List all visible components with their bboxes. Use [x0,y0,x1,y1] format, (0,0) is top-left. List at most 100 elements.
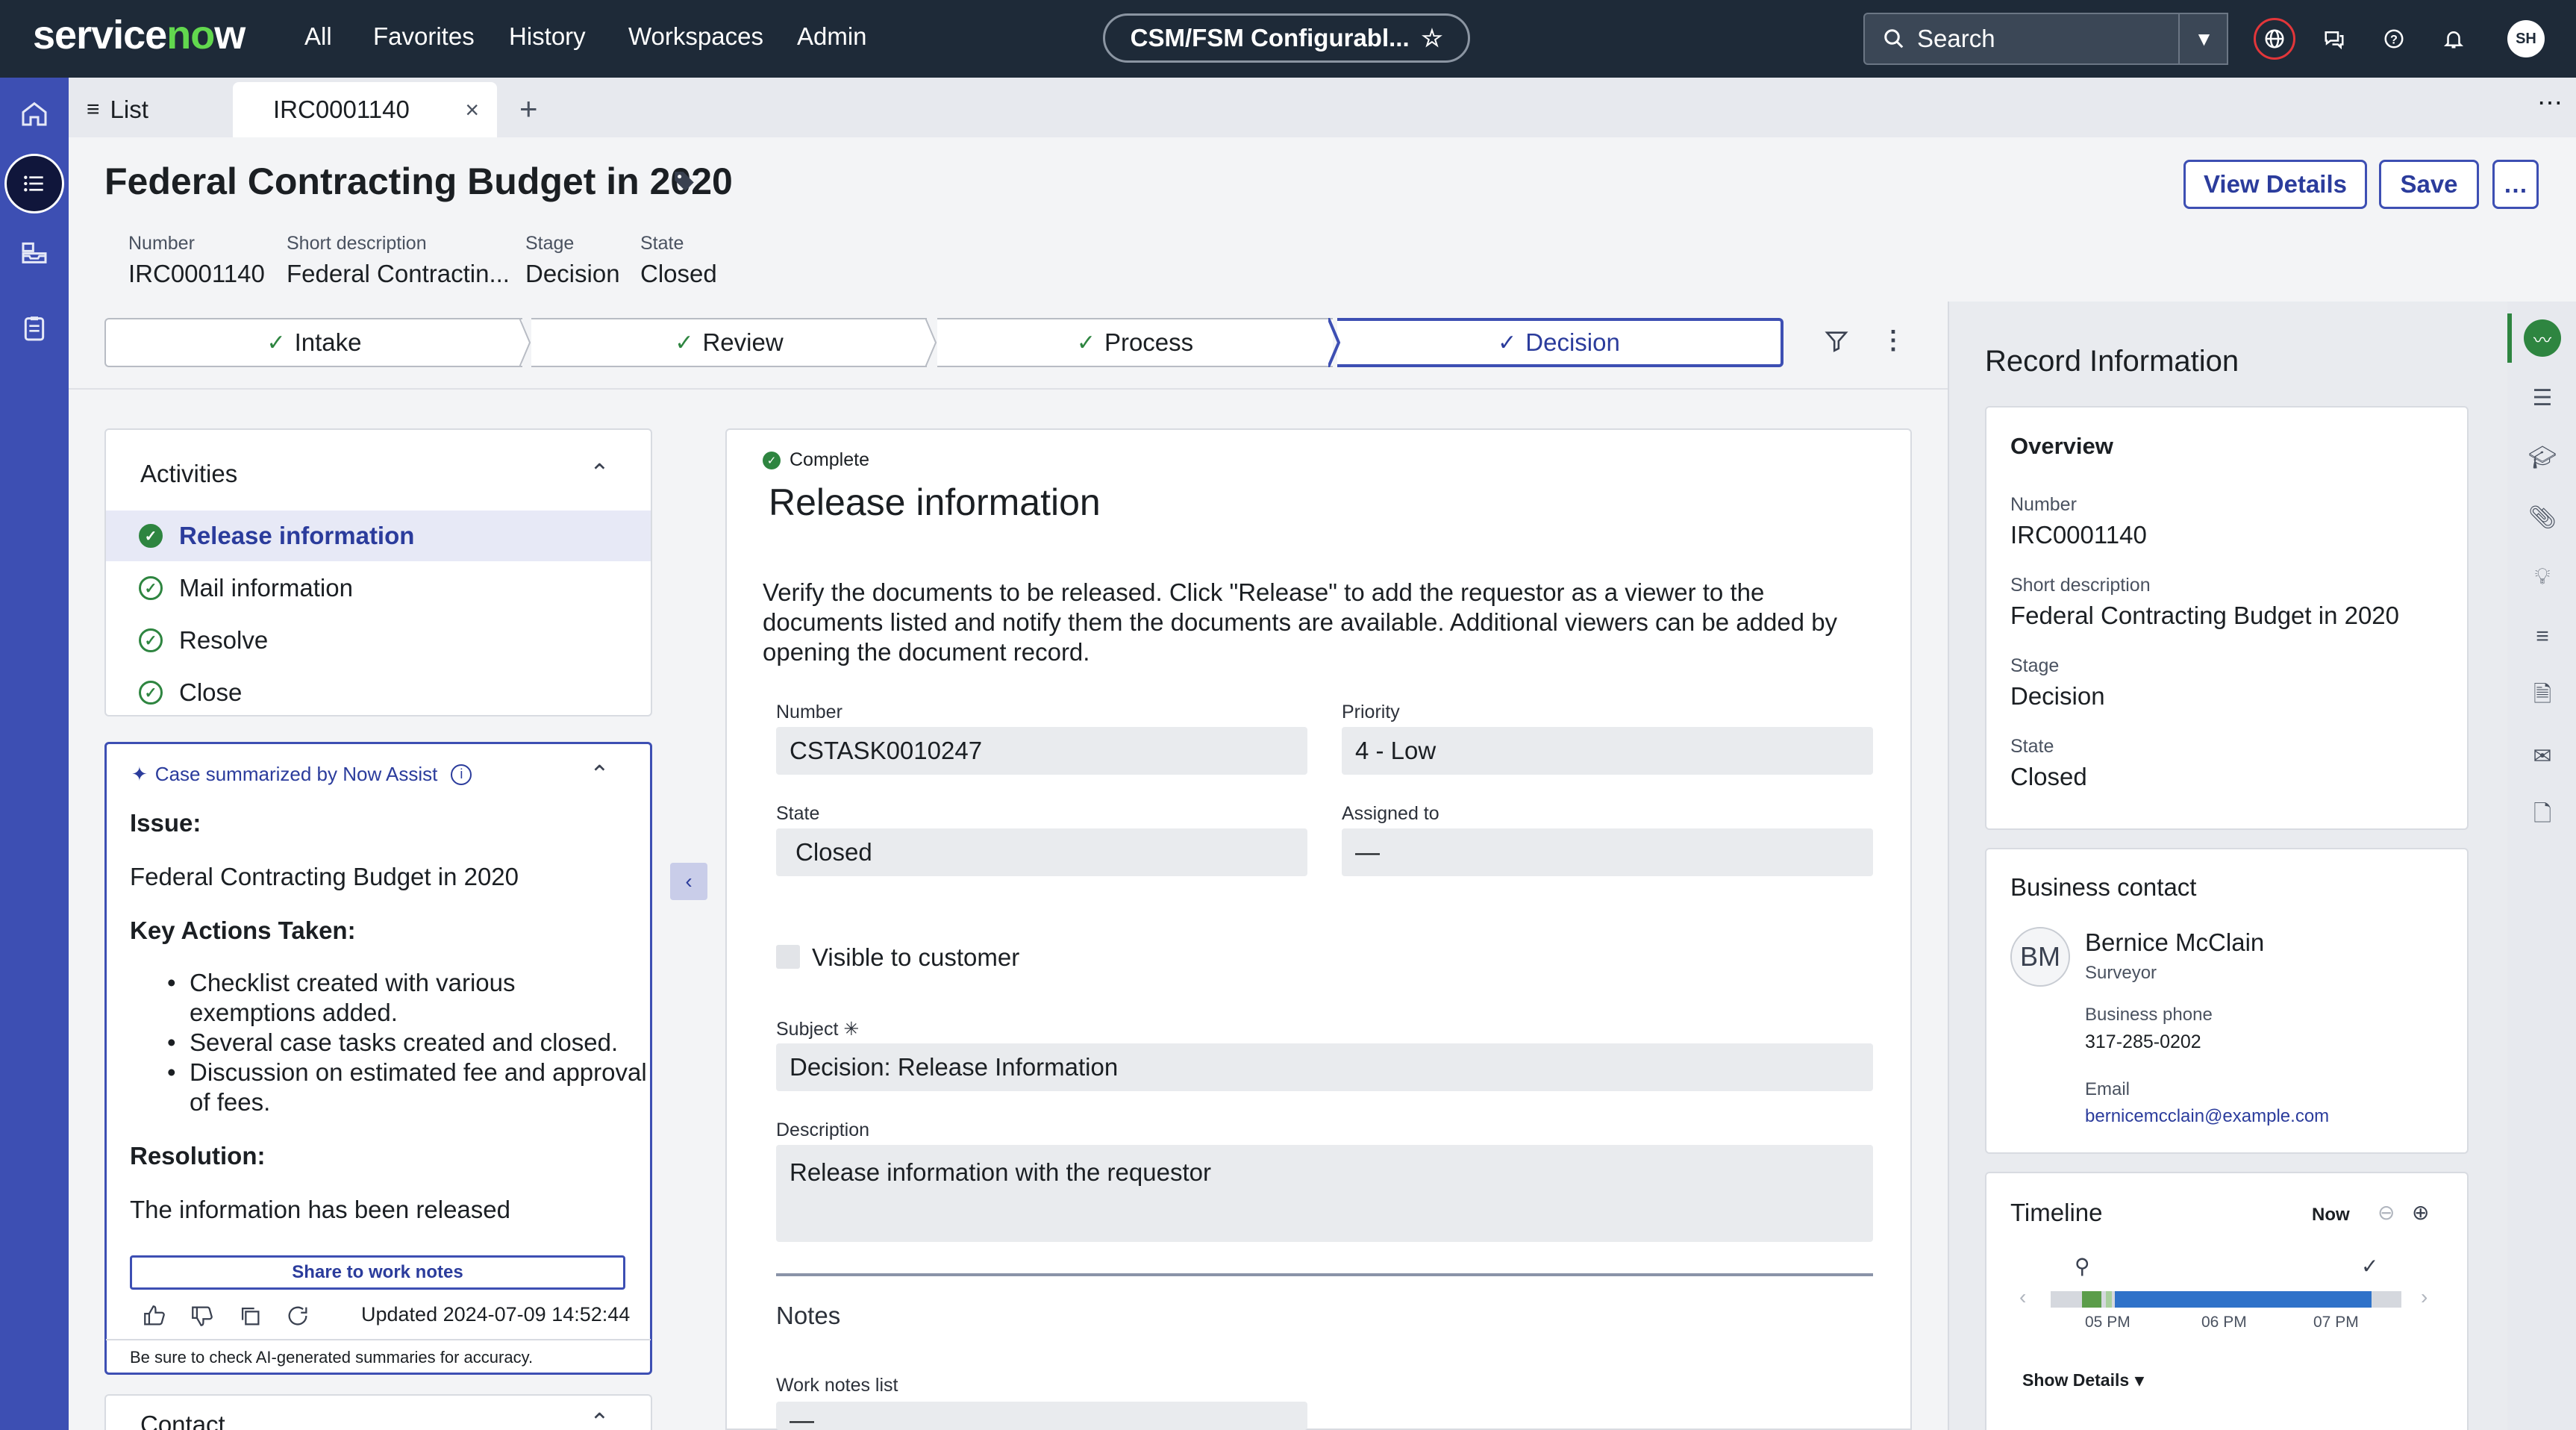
nav-workspaces[interactable]: Workspaces [628,22,763,51]
nav-all[interactable]: All [304,22,332,51]
user-avatar[interactable]: SH [2507,20,2545,57]
share-to-work-notes-button[interactable]: Share to work notes [130,1255,625,1290]
view-details-button[interactable]: View Details [2183,160,2367,209]
copy-icon[interactable] [237,1303,263,1328]
zoom-out-icon[interactable]: ⊖ [2378,1200,2395,1225]
home-icon[interactable] [10,90,58,137]
updated-timestamp: Updated 2024-07-09 14:52:44 [361,1303,631,1326]
subject-field[interactable]: Decision: Release Information [776,1043,1873,1091]
description-textarea[interactable]: Release information with the requestor [776,1145,1873,1242]
search-scope-dropdown[interactable]: ▼ [2178,13,2228,65]
visible-to-customer-checkbox[interactable] [776,945,800,969]
show-details-toggle[interactable]: Show Details ▾ [2022,1370,2144,1390]
search-input[interactable]: Search [1863,13,2228,65]
header-field-label: State [640,233,684,254]
svg-text:?: ? [2390,33,2398,46]
activity-item-release-information[interactable]: ✓ Release information [106,511,651,561]
help-icon[interactable]: ? [2373,18,2415,60]
notifications-bell-icon[interactable] [2433,18,2475,60]
state-label: State [776,803,820,824]
timeline-prev-icon[interactable]: ‹ [2019,1285,2026,1309]
menu-lines-icon[interactable]: ≡ [2524,618,2561,655]
context-pill[interactable]: CSM/FSM Configurabl... ☆ [1103,13,1470,63]
chat-icon[interactable] [2313,18,2355,60]
bullet-marker: • [167,969,176,996]
servicenow-logo[interactable]: servicenow [33,12,246,58]
chevron-down-icon: ▼ [2194,27,2214,50]
bullet-marker: • [167,1058,176,1086]
filter-icon[interactable] [1824,328,1849,358]
add-tab-icon[interactable]: + [519,91,538,127]
summary-header-label: Case summarized by Now Assist [154,763,438,785]
document-icon[interactable]: 🗎 [2524,678,2561,715]
tab-list[interactable]: ≡ List [69,82,225,137]
collapse-sidebar-button[interactable]: ‹ [670,863,707,900]
email-link[interactable]: bernicemcclain@example.com [2085,1106,2329,1127]
collapse-icon[interactable]: ⌃ [590,1408,610,1430]
active-indicator [2507,313,2512,363]
stage-review[interactable]: ✓ Review [531,318,927,367]
timeline-active-range[interactable] [2115,1291,2372,1308]
activity-pulse-icon[interactable]: 〰 [2524,319,2561,357]
bullet-line: Checklist created with various [190,969,516,996]
nav-admin[interactable]: Admin [797,22,867,51]
timeline-event-segment[interactable] [2082,1291,2101,1308]
stage-decision[interactable]: ✓ Decision [1337,318,1783,367]
issue-text: Federal Contracting Budget in 2020 [130,863,519,890]
zoom-in-icon[interactable]: ⊕ [2412,1200,2429,1225]
check-icon: ✓ [1076,330,1095,355]
overview-field-label: Stage [2010,655,2060,676]
state-field[interactable]: Closed [776,828,1307,876]
resolution-text: The information has been released [130,1196,510,1223]
refresh-icon[interactable] [285,1303,310,1328]
collapse-icon[interactable]: ⌃ [590,760,610,788]
inbox-icon[interactable] [10,228,58,276]
header-field-label: Number [128,233,195,254]
file-icon[interactable]: 🗋 [2524,797,2561,834]
activity-item-close[interactable]: ✓ Close [106,667,651,718]
timeline-now-button[interactable]: Now [2312,1205,2350,1226]
thumbs-down-icon[interactable] [190,1303,215,1328]
nav-history[interactable]: History [509,22,586,51]
number-field[interactable]: CSTASK0010247 [776,727,1307,775]
more-horizontal-icon[interactable]: ⋯ [2537,88,2563,118]
more-actions-button[interactable]: … [2492,160,2539,209]
activity-item-mail-information[interactable]: ✓ Mail information [106,563,651,613]
activity-item-resolve[interactable]: ✓ Resolve [106,615,651,666]
search-placeholder: Search [1917,25,1995,52]
work-notes-field[interactable]: — [776,1402,1307,1430]
clipboard-icon[interactable] [10,305,58,352]
nav-favorites[interactable]: Favorites [373,22,475,51]
mail-icon[interactable]: ✉ [2524,737,2561,775]
star-icon[interactable]: ☆ [1422,24,1443,52]
contact-name[interactable]: Bernice McClain [2085,928,2264,957]
tab-list-label: List [110,96,149,123]
tab-record[interactable]: IRC0001140 × [233,82,497,137]
caret-down-icon: ▾ [2135,1370,2144,1390]
details-list-icon[interactable]: ☰ [2524,379,2561,416]
timeline-next-icon[interactable]: › [2421,1285,2427,1309]
list-icon[interactable] [4,154,64,213]
stage-process[interactable]: ✓ Process [937,318,1333,367]
info-icon[interactable]: i [451,764,472,785]
graduation-cap-icon[interactable]: 🎓︎ [2524,439,2561,476]
collapse-icon[interactable]: ⌃ [590,458,610,487]
priority-field[interactable]: 4 - Low [1342,727,1873,775]
contact-role: Surveyor [2085,963,2157,983]
close-icon[interactable]: × [465,96,479,124]
globe-icon[interactable] [2254,18,2295,60]
menu-icon: ≡ [87,97,100,122]
assigned-to-field[interactable]: — [1342,828,1873,876]
activity-label: Resolve [179,626,269,654]
attachment-icon[interactable]: 📎︎ [2524,499,2561,536]
stage-intake[interactable]: ✓ Intake [104,318,522,367]
save-button[interactable]: Save [2379,160,2479,209]
issue-label: Issue: [130,809,201,837]
business-contact-title: Business contact [2010,873,2197,901]
vertical-more-icon[interactable]: ⋮ [1881,325,1906,355]
tag-icon[interactable] [672,169,697,198]
lightbulb-icon[interactable]: 💡︎ [2524,558,2561,596]
thumbs-up-icon[interactable] [142,1303,167,1328]
timeline-event-segment[interactable] [2106,1291,2112,1308]
visible-to-customer-label: Visible to customer [812,943,1020,971]
